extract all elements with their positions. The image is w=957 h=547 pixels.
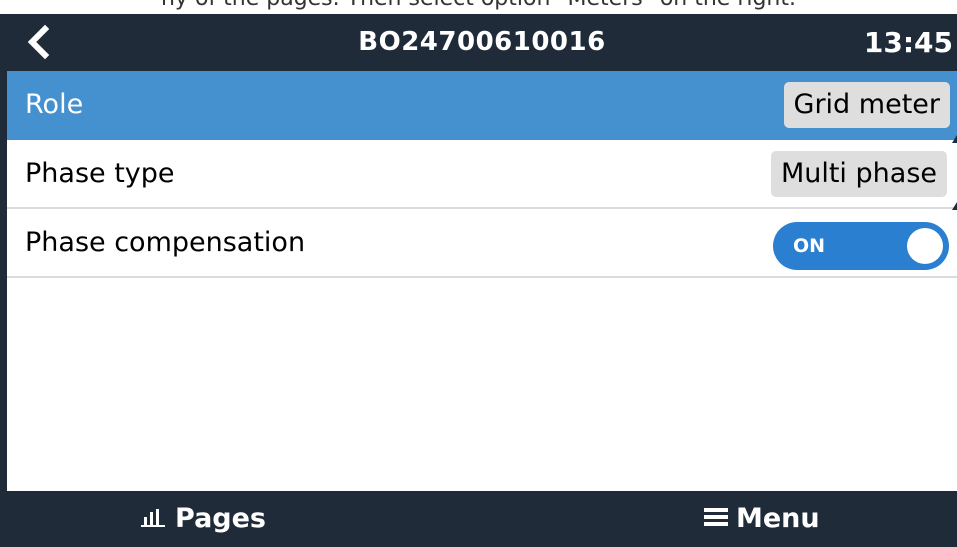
menu-button[interactable]: Menu (704, 491, 820, 547)
toggle-state-label: ON (793, 235, 826, 257)
row-label-phase-type: Phase type (25, 158, 175, 189)
hamburger-menu-icon (704, 507, 728, 526)
menu-label: Menu (736, 503, 820, 534)
pages-label: Pages (175, 503, 266, 534)
row-label-phase-compensation: Phase compensation (25, 227, 306, 258)
device-screen: ny of the pages. Then select option "Met… (0, 0, 957, 547)
phase-compensation-toggle[interactable]: ON (773, 222, 949, 270)
caption-strip: ny of the pages. Then select option "Met… (0, 0, 957, 14)
header-bar: BO24700610016 13:45 (7, 14, 957, 71)
page-title: BO24700610016 (358, 27, 606, 57)
bar-chart-icon (141, 508, 165, 527)
pages-button[interactable]: Pages (141, 491, 266, 547)
role-value[interactable]: Grid meter (783, 82, 950, 128)
row-label-role: Role (25, 89, 84, 120)
phase-type-value[interactable]: Multi phase (770, 151, 947, 197)
row-role[interactable]: Role Grid meter (7, 71, 957, 143)
footer-bar: Pages Menu (7, 491, 957, 547)
toggle-knob (907, 228, 943, 264)
row-phase-type[interactable]: Phase type Multi phase (7, 140, 957, 210)
caption-text: ny of the pages. Then select option "Met… (0, 0, 957, 12)
row-phase-compensation[interactable]: Phase compensation ON (7, 209, 957, 278)
settings-list: Role Grid meter Phase type Multi phase P… (7, 71, 957, 278)
clock: 13:45 (863, 26, 953, 59)
